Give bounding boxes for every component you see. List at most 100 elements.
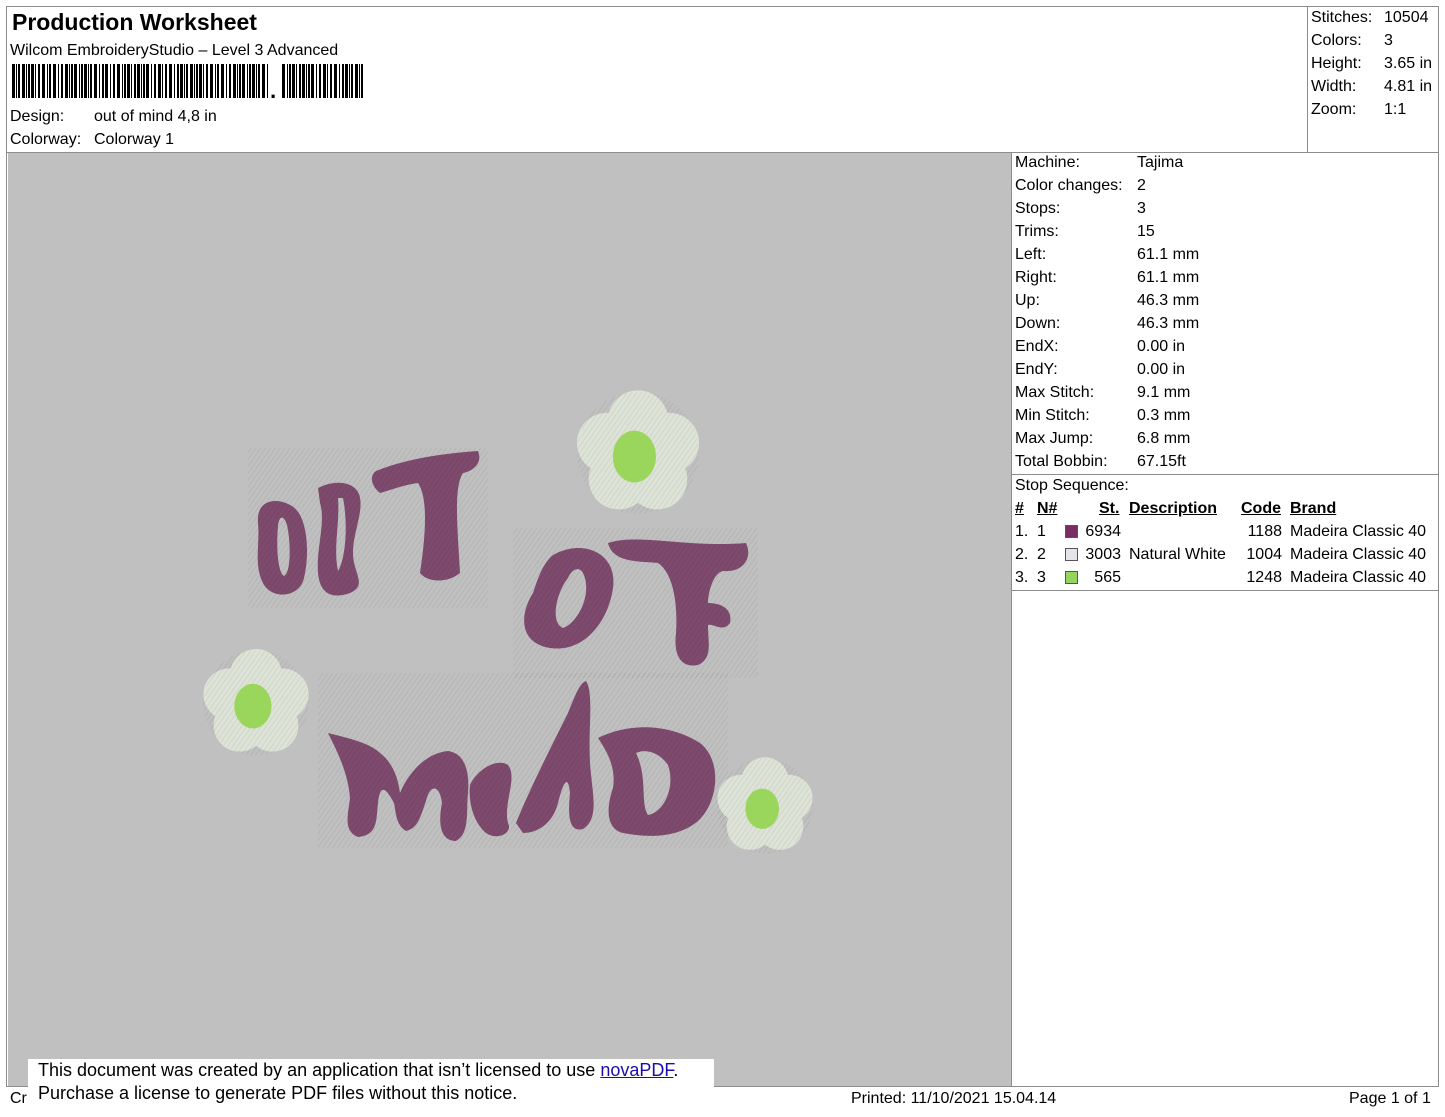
barcode-bar [12, 64, 15, 98]
sequence-code: 1248 [1246, 569, 1282, 586]
barcode: , [12, 64, 363, 98]
machine-info-row: Machine: Tajima [1015, 154, 1183, 172]
info-label: Min Stitch: [1015, 407, 1090, 424]
barcode-bar [210, 64, 213, 98]
created-prefix: Cr [10, 1090, 27, 1107]
barcode-bar [162, 64, 163, 98]
notice-text: This document was created by an applicat… [38, 1060, 601, 1080]
col-n: N# [1037, 500, 1058, 517]
barcode-bar [84, 64, 87, 98]
barcode-bar [184, 64, 185, 98]
info-label: Machine: [1015, 154, 1080, 171]
stat-label: Colors: [1311, 32, 1362, 49]
stat-width: Width: 4.81 in [1311, 78, 1432, 96]
page-title: Production Worksheet [12, 9, 257, 35]
info-label: Stops: [1015, 200, 1061, 217]
col-st: St. [1099, 500, 1120, 517]
stat-height: Height: 3.65 in [1311, 55, 1432, 73]
barcode-bar [206, 64, 208, 98]
barcode-bar [342, 64, 344, 98]
thread-color-swatch [1065, 548, 1078, 561]
info-label: EndY: [1015, 361, 1058, 378]
barcode-bar [237, 64, 238, 98]
info-value: 2 [1137, 177, 1146, 194]
design-value: out of mind 4,8 in [94, 108, 217, 125]
info-label: EndX: [1015, 338, 1059, 355]
barcode-bar [229, 64, 231, 98]
sequence-num: 1. [1015, 523, 1029, 540]
flower-icon [576, 390, 700, 515]
novapdf-link[interactable]: novaPDF [600, 1060, 673, 1080]
stat-stitches: Stitches: 10504 [1311, 9, 1429, 27]
design-preview [8, 153, 1011, 1086]
barcode-bar [74, 64, 77, 98]
barcode-bar [308, 64, 310, 98]
barcode-bar [90, 64, 92, 98]
info-value: 6.8 mm [1137, 430, 1191, 447]
barcode-bar [349, 64, 350, 98]
machine-info-row: EndY: 0.00 in [1015, 361, 1185, 379]
barcode-bar [299, 64, 301, 98]
barcode-bar [16, 64, 17, 98]
stat-colors: Colors: 3 [1311, 32, 1393, 50]
col-description: Description [1129, 500, 1218, 517]
info-value: 46.3 mm [1137, 315, 1200, 332]
sequence-n: 2 [1037, 546, 1046, 563]
barcode-bar [267, 64, 268, 98]
barcode-bar [122, 64, 123, 98]
machine-info-row: Trims: 15 [1015, 223, 1155, 241]
barcode-bar [42, 64, 45, 98]
barcode-bar [361, 64, 363, 98]
barcode-bar [35, 64, 36, 98]
info-label: Max Jump: [1015, 430, 1094, 447]
info-value: Tajima [1137, 154, 1184, 171]
barcode-bar [154, 64, 156, 98]
machine-info-row: EndX: 0.00 in [1015, 338, 1185, 356]
barcode-bar [217, 64, 219, 98]
barcode-bar [177, 64, 179, 98]
barcode-bar [169, 64, 172, 98]
sequence-description: Natural White [1129, 546, 1226, 563]
info-value: 15 [1137, 223, 1155, 240]
barcode-bar [28, 64, 30, 98]
stat-label: Height: [1311, 55, 1362, 72]
barcode-bar [330, 64, 332, 98]
sequence-num: 3. [1015, 569, 1029, 586]
barcode-bar [71, 64, 73, 98]
barcode-bar [355, 64, 358, 98]
barcode-bar [38, 64, 40, 98]
barcode-bar [113, 64, 115, 98]
machine-info-row: Max Stitch: 9.1 mm [1015, 384, 1190, 402]
sequence-code: 1188 [1247, 523, 1282, 540]
flower-icon [717, 757, 813, 854]
barcode-bar [339, 64, 340, 98]
barcode-bar [359, 64, 360, 98]
stat-zoom: Zoom: 1:1 [1311, 101, 1406, 119]
info-label: Down: [1015, 315, 1061, 332]
barcode-bar [102, 64, 104, 98]
barcode-bar [226, 64, 227, 98]
barcode-bar [190, 64, 193, 98]
barcode-bar [61, 64, 63, 98]
word-mind [318, 673, 728, 848]
barcode-bar [127, 64, 130, 98]
barcode-bar [215, 64, 216, 98]
sequence-n: 1 [1037, 523, 1046, 540]
barcode-bar [252, 64, 255, 98]
barcode-bar [31, 64, 34, 98]
barcode-bar [249, 64, 251, 98]
barcode-comma: , [270, 78, 276, 98]
barcode-bar [327, 64, 328, 98]
page-number: Page 1 of 1 [1349, 1090, 1431, 1107]
info-label: Left: [1015, 246, 1047, 263]
barcode-bar [110, 64, 111, 98]
info-label: Total Bobbin: [1015, 453, 1108, 470]
barcode-bar [351, 64, 353, 98]
colorway-value: Colorway 1 [94, 131, 175, 148]
software-name: Wilcom EmbroideryStudio – Level 3 Advanc… [10, 42, 339, 59]
barcode-bar [239, 64, 241, 98]
barcode-bar [287, 64, 288, 98]
sequence-st: 565 [1094, 569, 1121, 586]
stat-label: Zoom: [1311, 101, 1357, 118]
barcode-bar [174, 64, 175, 98]
